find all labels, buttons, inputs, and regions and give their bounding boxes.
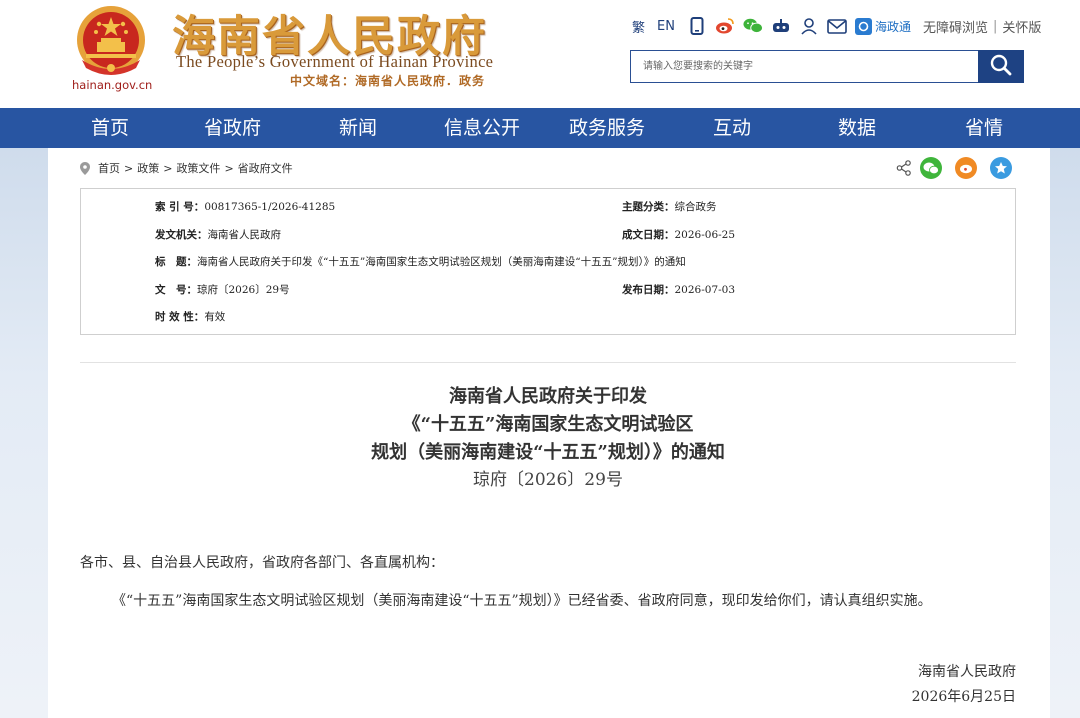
location-pin-icon	[80, 161, 90, 175]
meta-index-label: 索 引 号：	[155, 201, 205, 213]
meta-docno-label: 文 号：	[155, 284, 197, 296]
document-title-line2: 《“十五五”海南国家生态文明试验区	[402, 414, 694, 435]
english-link[interactable]: EN	[657, 19, 675, 34]
document-title-line3: 规划（美丽海南建设“十五五”规划）》的通知	[371, 442, 725, 463]
emblem-icon[interactable]	[72, 2, 150, 82]
breadcrumb-home[interactable]: 首页	[98, 160, 120, 176]
document-title-line1: 海南省人民政府关于印发	[449, 386, 647, 407]
search-input[interactable]	[630, 50, 980, 83]
main-nav: 首页 省政府 新闻 信息公开 政务服务 互动 数据 省情	[0, 108, 1080, 148]
favorite-star-icon[interactable]	[990, 157, 1012, 179]
nav-item-data[interactable]: 数据	[838, 108, 876, 148]
search-icon	[989, 53, 1013, 80]
weibo-icon[interactable]	[715, 16, 735, 36]
meta-written-label: 成文日期：	[622, 229, 675, 241]
document-title: 海南省人民政府关于印发 《“十五五”海南国家生态文明试验区 规划（美丽海南建设“…	[80, 383, 1016, 467]
breadcrumb-arrow: >	[124, 161, 134, 175]
document-paragraph: 《“十五五”海南国家生态文明试验区规划（美丽海南建设“十五五”规划）》已经省委、…	[112, 593, 932, 609]
meta-issuer-value: 海南省人民政府	[207, 229, 282, 241]
divider	[80, 362, 1016, 363]
nav-item-government[interactable]: 省政府	[204, 108, 261, 148]
meta-title: 标 题：海南省人民政府关于印发《“十五五”海南国家生态文明试验区规划（美丽海南建…	[155, 254, 686, 270]
breadcrumb-current[interactable]: 省政府文件	[238, 160, 293, 176]
breadcrumb-arrow: >	[224, 161, 234, 175]
document-number: 琼府〔2026〕29号	[473, 470, 623, 490]
mail-icon[interactable]	[827, 16, 847, 36]
meta-category-value: 综合政务	[674, 201, 717, 213]
meta-written-date: 成文日期：2026-06-25	[622, 227, 735, 243]
document-salutation: 各市、县、自治县人民政府，省政府各部门、各直属机构：	[80, 555, 444, 571]
meta-validity-label: 时 效 性：	[155, 311, 205, 323]
site-header: hainan.gov.cn 海南省人民政府 The People’s Gover…	[0, 0, 1080, 108]
meta-validity: 时 效 性：有效	[155, 309, 225, 325]
site-title-en: The People’s Government of Hainan Provin…	[176, 52, 494, 71]
chinese-domain: 中文域名：海南省人民政府．政务	[290, 74, 486, 88]
breadcrumb-policy[interactable]: 政策	[137, 160, 159, 176]
hzt-logo-icon	[854, 17, 872, 35]
meta-validity-value: 有效	[204, 311, 226, 323]
nav-item-interaction[interactable]: 互动	[713, 108, 751, 148]
meta-published-date: 发布日期：2026-07-03	[622, 282, 735, 298]
meta-category-label: 主题分类：	[622, 201, 675, 213]
accessibility-link[interactable]: 无障碍浏览	[923, 17, 988, 36]
robot-icon[interactable]	[771, 16, 791, 36]
meta-category: 主题分类：综合政务	[622, 199, 717, 215]
nav-item-home[interactable]: 首页	[91, 108, 129, 148]
mobile-icon[interactable]	[687, 16, 707, 36]
share-icon[interactable]	[896, 160, 912, 176]
nav-item-news[interactable]: 新闻	[339, 108, 377, 148]
breadcrumb-policy-docs[interactable]: 政策文件	[176, 160, 220, 176]
hzt-label: 海政通	[874, 19, 911, 34]
meta-index: 索 引 号：00817365-1/2026-41285	[155, 199, 335, 215]
meta-written-value: 2026-06-25	[674, 229, 736, 241]
weibo-share-icon[interactable]	[955, 157, 977, 179]
nav-item-services[interactable]: 政务服务	[569, 108, 645, 148]
link-separator: |	[993, 18, 998, 34]
nav-item-province-info[interactable]: 省情	[965, 108, 1003, 148]
breadcrumb-arrow: >	[163, 161, 173, 175]
meta-title-label: 标 题：	[155, 256, 197, 268]
document-sign-date: 2026年6月25日	[911, 689, 1016, 705]
search-button[interactable]	[978, 50, 1024, 83]
hzt-link[interactable]: 海政通	[854, 17, 911, 35]
care-mode-link[interactable]: 关怀版	[1002, 17, 1041, 36]
document-signer: 海南省人民政府	[918, 664, 1016, 680]
meta-issuer: 发文机关：海南省人民政府	[155, 227, 281, 243]
nav-item-disclosure[interactable]: 信息公开	[444, 108, 520, 148]
share-bar	[896, 155, 1012, 181]
meta-index-value: 00817365-1/2026-41285	[204, 201, 336, 213]
wechat-icon[interactable]	[743, 16, 763, 36]
meta-doc-number: 文 号：琼府〔2026〕29号	[155, 282, 290, 298]
domain-label[interactable]: hainan.gov.cn	[72, 78, 152, 92]
wechat-share-icon[interactable]	[920, 157, 942, 179]
breadcrumb: 首页 > 政策 > 政策文件 > 省政府文件	[80, 160, 293, 176]
meta-published-label: 发布日期：	[622, 284, 675, 296]
top-links: 繁 EN 海政通 无障碍浏览 | 关怀版	[632, 14, 1041, 38]
traditional-chinese-link[interactable]: 繁	[632, 17, 645, 36]
meta-docno-value: 琼府〔2026〕29号	[197, 284, 290, 296]
user-icon[interactable]	[799, 16, 819, 36]
meta-published-value: 2026-07-03	[674, 284, 736, 296]
document-metadata: 索 引 号：00817365-1/2026-41285 主题分类：综合政务 发文…	[80, 188, 1016, 335]
meta-issuer-label: 发文机关：	[155, 229, 208, 241]
meta-title-value: 海南省人民政府关于印发《“十五五”海南国家生态文明试验区规划（美丽海南建设“十五…	[197, 256, 686, 268]
